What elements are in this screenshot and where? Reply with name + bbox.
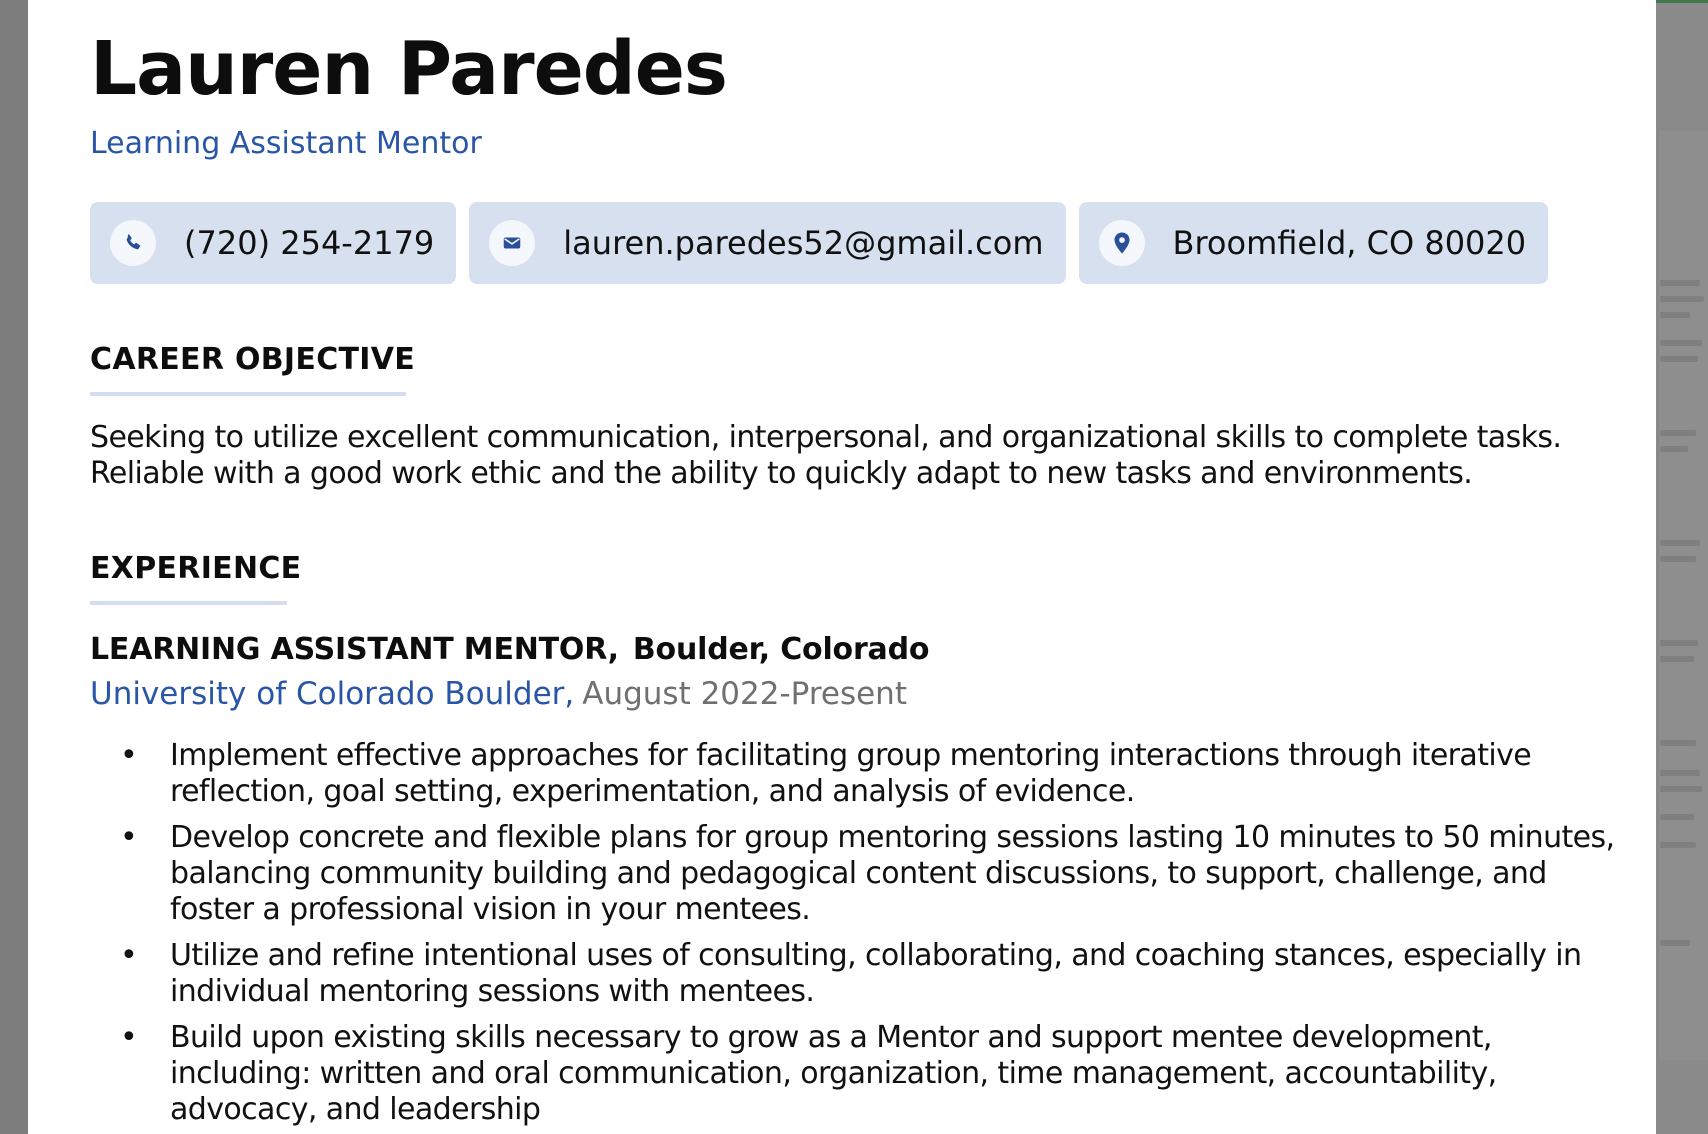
list-item: • Utilize and refine intentional uses of … (90, 938, 1630, 1010)
job-heading: LEARNING ASSISTANT MENTOR, Boulder, Color… (90, 632, 929, 667)
background-text-line (1660, 786, 1702, 792)
bullet-icon: • (120, 820, 138, 855)
bullet-icon: • (120, 1020, 138, 1055)
background-text-line (1660, 446, 1688, 452)
location-text: Broomfield, CO 80020 (1172, 224, 1527, 262)
background-text-line (1660, 312, 1690, 318)
phone-icon (110, 220, 156, 266)
bullet-text: Implement effective approaches for facil… (170, 738, 1532, 809)
background-text-line (1660, 296, 1704, 302)
list-item: • Build upon existing skills necessary to… (90, 1020, 1630, 1128)
background-text-line (1660, 640, 1698, 646)
section-underline (90, 392, 406, 396)
email-address: lauren.paredes52@gmail.com (563, 224, 1044, 262)
background-text-line (1660, 940, 1690, 946)
email-icon (489, 220, 536, 266)
background-page (1658, 130, 1708, 1060)
list-item: • Implement effective approaches for faci… (90, 738, 1630, 810)
phone-chip: (720) 254-2179 (90, 202, 457, 284)
background-text-line (1660, 280, 1700, 286)
modal-overlay: Lauren Paredes Learning Assistant Mentor… (0, 0, 1708, 1134)
resume-page: Lauren Paredes Learning Assistant Mentor… (28, 0, 1656, 1134)
bullet-text: Utilize and refine intentional uses of c… (170, 938, 1582, 1009)
background-text-line (1660, 556, 1696, 562)
job-subheading: University of Colorado Boulder, August 20… (90, 676, 907, 712)
bullet-text: Develop concrete and flexible plans for … (170, 820, 1615, 927)
background-text-line (1660, 430, 1696, 436)
background-text-line (1660, 356, 1698, 362)
list-item: • Develop concrete and flexible plans for… (90, 820, 1630, 928)
bullet-icon: • (120, 738, 138, 773)
background-text-line (1660, 740, 1696, 746)
background-text-line (1660, 814, 1694, 820)
background-text-line (1660, 842, 1696, 848)
section-heading-career-objective: CAREER OBJECTIVE (90, 342, 416, 377)
background-text-line (1660, 656, 1694, 662)
background-text-line (1660, 340, 1702, 346)
background-text-line (1660, 770, 1700, 776)
job-dates: August 2022-Present (582, 676, 907, 712)
job-location: Boulder, Colorado (632, 632, 930, 667)
location-pin-icon (1098, 220, 1145, 266)
career-objective-text: Seeking to utilize excellent communicati… (90, 420, 1562, 491)
phone-number: (720) 254-2179 (184, 224, 435, 262)
contact-chips: (720) 254-2179 lauren.paredes52@gmail.co… (90, 202, 1549, 284)
background-text-line (1660, 540, 1700, 546)
candidate-name: Lauren Paredes (90, 26, 728, 112)
bullet-icon: • (120, 938, 138, 973)
job-organization: University of Colorado Boulder, (90, 676, 575, 712)
section-heading-experience: EXPERIENCE (90, 551, 302, 586)
section-underline (90, 601, 287, 605)
location-chip: Broomfield, CO 80020 (1078, 202, 1549, 284)
candidate-title: Learning Assistant Mentor (90, 126, 482, 161)
email-chip: lauren.paredes52@gmail.com (469, 202, 1066, 284)
job-bullet-list: • Implement effective approaches for faci… (90, 738, 1630, 1134)
job-role: LEARNING ASSISTANT MENTOR, (90, 632, 619, 667)
bullet-text: Build upon existing skills necessary to … (170, 1020, 1497, 1127)
